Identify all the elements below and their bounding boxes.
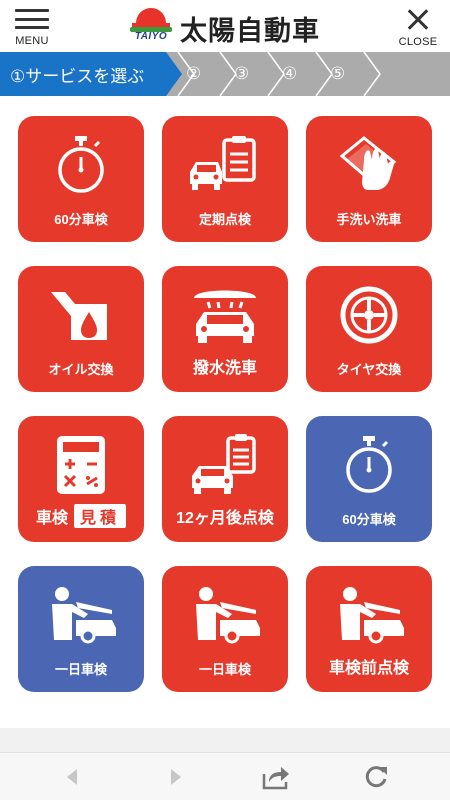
glove-cloth-icon — [339, 136, 397, 190]
forward-arrow-icon — [171, 769, 181, 785]
calculator-icon — [57, 436, 105, 494]
reload-button[interactable] — [348, 753, 404, 800]
mechanic-car-icon — [340, 587, 404, 644]
taiyo-logo: TAIYO — [128, 8, 174, 44]
close-icon — [407, 8, 429, 30]
car-checklist-icon — [190, 136, 256, 190]
back-arrow-icon — [67, 769, 77, 785]
close-label: CLOSE — [398, 36, 438, 48]
app-header: MENU TAIYO 太陽自動車 CLOSE — [0, 0, 450, 52]
reload-icon — [365, 766, 387, 788]
service-grid: 60分車検 定期点検 手洗い洗車 オイル交換 撥水洗車 タイヤ交換 車検 見積 … — [0, 96, 450, 728]
oil-drop-icon — [51, 292, 107, 340]
service-label: 60分車検 — [342, 512, 396, 527]
step-progress-bar: ①サービスを選ぶ ② ③ ④ ⑤ — [0, 52, 450, 96]
forward-button[interactable] — [148, 753, 204, 800]
share-button[interactable] — [248, 753, 304, 800]
brand-title: 太陽自動車 — [180, 16, 320, 46]
service-label: オイル交換 — [48, 362, 114, 377]
service-label: 車検前点検 — [328, 660, 409, 677]
close-button[interactable]: CLOSE — [396, 8, 440, 48]
stopwatch-icon — [346, 436, 392, 493]
service-tile-oil-change[interactable]: オイル交換 — [18, 266, 144, 392]
mechanic-car-icon — [196, 587, 260, 644]
service-label: 60分車検 — [54, 212, 108, 227]
service-tile-pre-inspection-check[interactable]: 車検前点検 — [306, 566, 432, 692]
browser-toolbar — [0, 752, 450, 800]
service-label: 手洗い洗車 — [336, 212, 402, 227]
service-tile-one-day-inspection[interactable]: 一日車検 — [162, 566, 288, 692]
menu-label: MENU — [15, 35, 49, 47]
service-label: 定期点検 — [198, 212, 251, 227]
service-tile-hand-wash[interactable]: 手洗い洗車 — [306, 116, 432, 242]
service-label: 12ヶ月後点検 — [176, 510, 274, 527]
service-label: 撥水洗車 — [192, 360, 257, 377]
service-tile-periodic-inspection[interactable]: 定期点検 — [162, 116, 288, 242]
hamburger-icon — [15, 8, 49, 30]
mechanic-car-icon — [52, 587, 116, 644]
service-label: タイヤ交換 — [336, 362, 402, 377]
service-tile-12month-inspection[interactable]: 12ヶ月後点検 — [162, 416, 288, 542]
logo-text: TAIYO — [134, 31, 168, 42]
step-1-select-service[interactable]: ①サービスを選ぶ — [0, 52, 182, 96]
stopwatch-icon — [58, 136, 104, 193]
service-tile-60min-inspection-alt[interactable]: 60分車検 — [306, 416, 432, 542]
service-tile-tire-change[interactable]: タイヤ交換 — [306, 266, 432, 392]
menu-button[interactable]: MENU — [10, 8, 54, 48]
service-label: 車検 見積 — [18, 504, 144, 528]
share-icon — [262, 767, 289, 790]
service-tile-one-day-inspection-blue[interactable]: 一日車検 — [18, 566, 144, 692]
tire-icon — [340, 286, 398, 344]
service-tile-water-repellent-wash[interactable]: 撥水洗車 — [162, 266, 288, 392]
car-wash-icon — [194, 290, 256, 343]
car-checklist-icon — [192, 434, 256, 494]
service-label: 一日車検 — [54, 662, 107, 677]
service-tile-60min-inspection[interactable]: 60分車検 — [18, 116, 144, 242]
service-tile-inspection-estimate[interactable]: 車検 見積 — [18, 416, 144, 542]
back-button[interactable] — [44, 753, 100, 800]
step-separator-icon — [363, 52, 381, 96]
service-label: 一日車検 — [198, 662, 251, 677]
estimate-badge: 見積 — [74, 504, 127, 528]
